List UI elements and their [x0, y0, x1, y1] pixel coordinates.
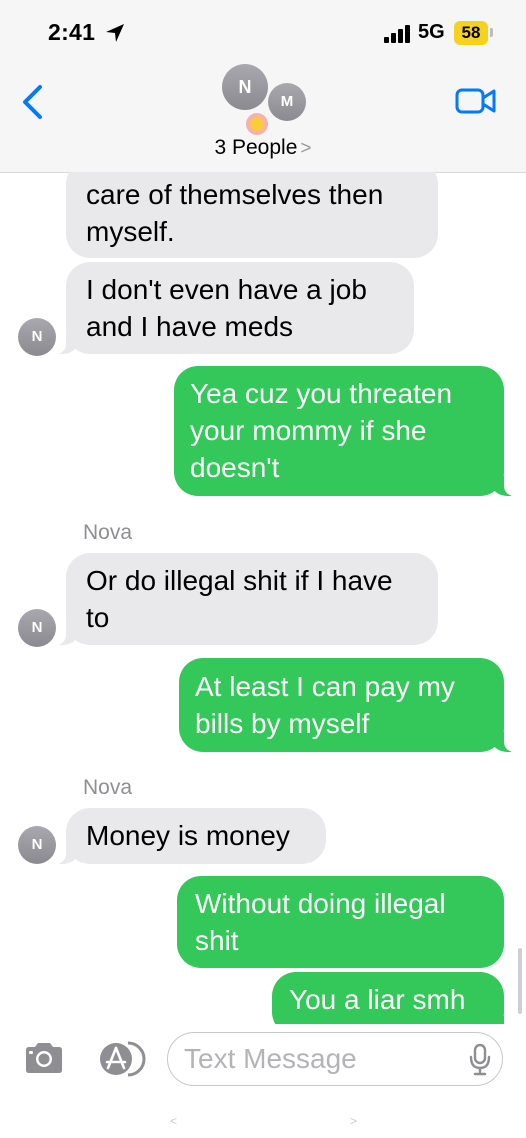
message-input-field[interactable]	[167, 1032, 503, 1086]
back-chevron-icon[interactable]	[18, 84, 50, 120]
outgoing-message[interactable]: Yea cuz you threaten your mommy if she d…	[174, 366, 526, 496]
home-hint-left: <	[170, 1114, 178, 1128]
home-hint-right: >	[350, 1114, 358, 1128]
message-line: At least I can pay my	[195, 671, 455, 702]
message-line: myself.	[86, 216, 175, 247]
sender-avatar[interactable]: N	[18, 318, 56, 356]
message-line: Without doing illegal	[195, 888, 446, 919]
message-line: to	[86, 602, 110, 633]
group-name-label: 3 People	[214, 136, 298, 159]
message-line: your mommy if she	[190, 415, 427, 446]
message-list[interactable]: care of themselves then myself. I don't …	[0, 172, 526, 1024]
emoji-icon	[246, 113, 268, 135]
sender-name: Nova	[83, 521, 133, 544]
app-store-icon[interactable]	[94, 1039, 146, 1079]
battery-cap	[490, 28, 493, 37]
message-line: Yea cuz you threaten	[190, 378, 453, 409]
message-line: care of themselves then	[86, 179, 384, 210]
sender-name: Nova	[83, 776, 133, 799]
sender-avatar[interactable]: N	[18, 609, 56, 647]
incoming-message[interactable]: care of themselves then myself.	[66, 172, 438, 258]
message-line: bills by myself	[195, 708, 370, 739]
message-line: shit	[195, 925, 239, 956]
group-avatar-n[interactable]: N	[222, 64, 268, 110]
sender-avatar[interactable]: N	[18, 826, 56, 864]
scrollbar[interactable]	[518, 948, 522, 1014]
microphone-icon[interactable]	[468, 1043, 492, 1077]
status-time: 2:41	[48, 19, 96, 45]
status-bar: 2:41 5G 58	[0, 0, 526, 60]
message-line: doesn't	[190, 452, 280, 483]
camera-icon[interactable]	[22, 1040, 66, 1076]
location-arrow-icon	[106, 24, 124, 42]
incoming-message[interactable]: Or do illegal shit if I have to	[40, 553, 438, 645]
group-name-button[interactable]: 3 People >	[0, 136, 526, 160]
outgoing-message[interactable]: At least I can pay my bills by myself	[179, 658, 526, 752]
message-line: You a liar smh	[289, 984, 466, 1015]
message-input[interactable]	[184, 1033, 454, 1084]
group-avatar-m[interactable]: M	[268, 83, 306, 121]
signal-icon	[384, 25, 410, 43]
message-line: and I have meds	[86, 311, 294, 342]
message-line: I don't even have a job	[86, 274, 367, 305]
video-camera-icon[interactable]	[455, 86, 497, 116]
battery-indicator: 58	[454, 21, 488, 45]
outgoing-message[interactable]: You a liar smh	[272, 972, 526, 1024]
incoming-message[interactable]: Money is money	[40, 808, 326, 864]
incoming-message[interactable]: I don't even have a job and I have meds	[40, 262, 414, 354]
message-line: Money is money	[86, 820, 290, 851]
message-line: Or do illegal shit if I have	[86, 565, 393, 596]
chevron-right-icon: >	[300, 138, 312, 159]
outgoing-message[interactable]: Without doing illegal shit	[177, 876, 504, 968]
network-type: 5G	[418, 21, 445, 43]
